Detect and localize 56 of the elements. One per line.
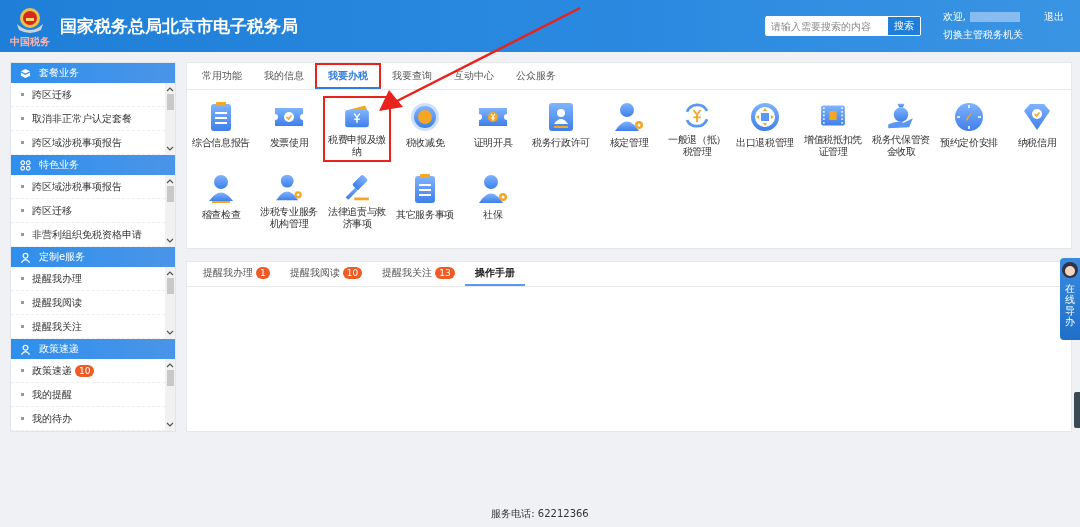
function-tile[interactable]: 社保	[459, 168, 527, 234]
coin-icon	[408, 100, 442, 134]
emblem-icon	[14, 5, 46, 36]
grid-icon	[20, 159, 31, 171]
function-tile[interactable]: 稽查检查	[187, 168, 255, 234]
search-field[interactable]: 请输入需要搜索的内容 搜索	[764, 16, 921, 36]
tab[interactable]: 常用功能	[191, 63, 253, 89]
person-gear-icon	[476, 172, 510, 206]
tab[interactable]: 提醒我关注 13	[372, 262, 465, 286]
function-tile[interactable]: 证明开具	[459, 96, 527, 162]
person-gear-icon	[612, 100, 646, 134]
online-guide-button[interactable]: 在线导办	[1060, 258, 1080, 340]
function-tile[interactable]: 综合信息报告	[187, 96, 255, 162]
compass-icon	[952, 100, 986, 134]
site-title: 国家税务总局北京市电子税务局	[60, 14, 298, 38]
tab[interactable]: 提醒我阅读 10	[279, 262, 373, 286]
welcome-text: 欢迎,	[942, 10, 966, 24]
function-tile[interactable]: 一般退（抵）税管理	[663, 96, 731, 162]
function-tile[interactable]: 涉税专业服务机构管理	[255, 168, 323, 234]
tab[interactable]: 我的信息	[253, 63, 315, 89]
scrollbar-thumb[interactable]	[166, 370, 174, 386]
scrollbar[interactable]	[165, 83, 175, 155]
scrollbar[interactable]	[165, 359, 175, 431]
function-tile[interactable]: 税费申报及缴纳	[323, 96, 391, 162]
tab[interactable]: 操作手册	[464, 262, 525, 286]
user-icon	[20, 343, 31, 355]
scrollbar-thumb[interactable]	[166, 278, 174, 294]
footer-text: 服务电话: 62212366	[491, 508, 589, 519]
globe-icon	[748, 100, 782, 134]
function-tile[interactable]: 法律追责与救济事项	[323, 168, 391, 234]
tab[interactable]: 我要查询	[381, 63, 443, 89]
blurred-username	[970, 12, 1020, 22]
tab[interactable]: 我要办税	[315, 63, 381, 89]
count-badge: 10	[75, 364, 95, 377]
logo-caption: 中国税务	[10, 35, 50, 47]
scrollbar[interactable]	[165, 267, 175, 339]
tab[interactable]: 互动中心	[443, 63, 505, 89]
function-tile[interactable]: 增值税抵扣凭证管理	[799, 96, 867, 162]
function-tile[interactable]: 核定管理	[595, 96, 663, 162]
search-button[interactable]: 搜索	[887, 17, 920, 35]
tab[interactable]: 公众服务	[505, 63, 567, 89]
function-tile[interactable]: 发票使用	[255, 96, 323, 162]
tab[interactable]: 提醒我办理 1	[193, 262, 280, 286]
function-tile[interactable]: 预约定价安排	[935, 96, 1003, 162]
agent-icon	[1061, 261, 1079, 279]
function-tile[interactable]: 出口退税管理	[731, 96, 799, 162]
scrollbar-thumb[interactable]	[166, 94, 174, 110]
side-handle[interactable]	[1074, 392, 1080, 428]
function-tile[interactable]: 纳税信用	[1003, 96, 1071, 162]
scrollbar-thumb[interactable]	[166, 186, 174, 202]
user-icon	[20, 251, 31, 263]
cube-icon	[20, 67, 31, 79]
function-tile[interactable]: 税务代保管资金收取	[867, 96, 935, 162]
function-tile[interactable]: 其它服务事项	[391, 168, 459, 234]
function-tile[interactable]: 税务行政许可	[527, 96, 595, 162]
scrollbar[interactable]	[165, 175, 175, 247]
